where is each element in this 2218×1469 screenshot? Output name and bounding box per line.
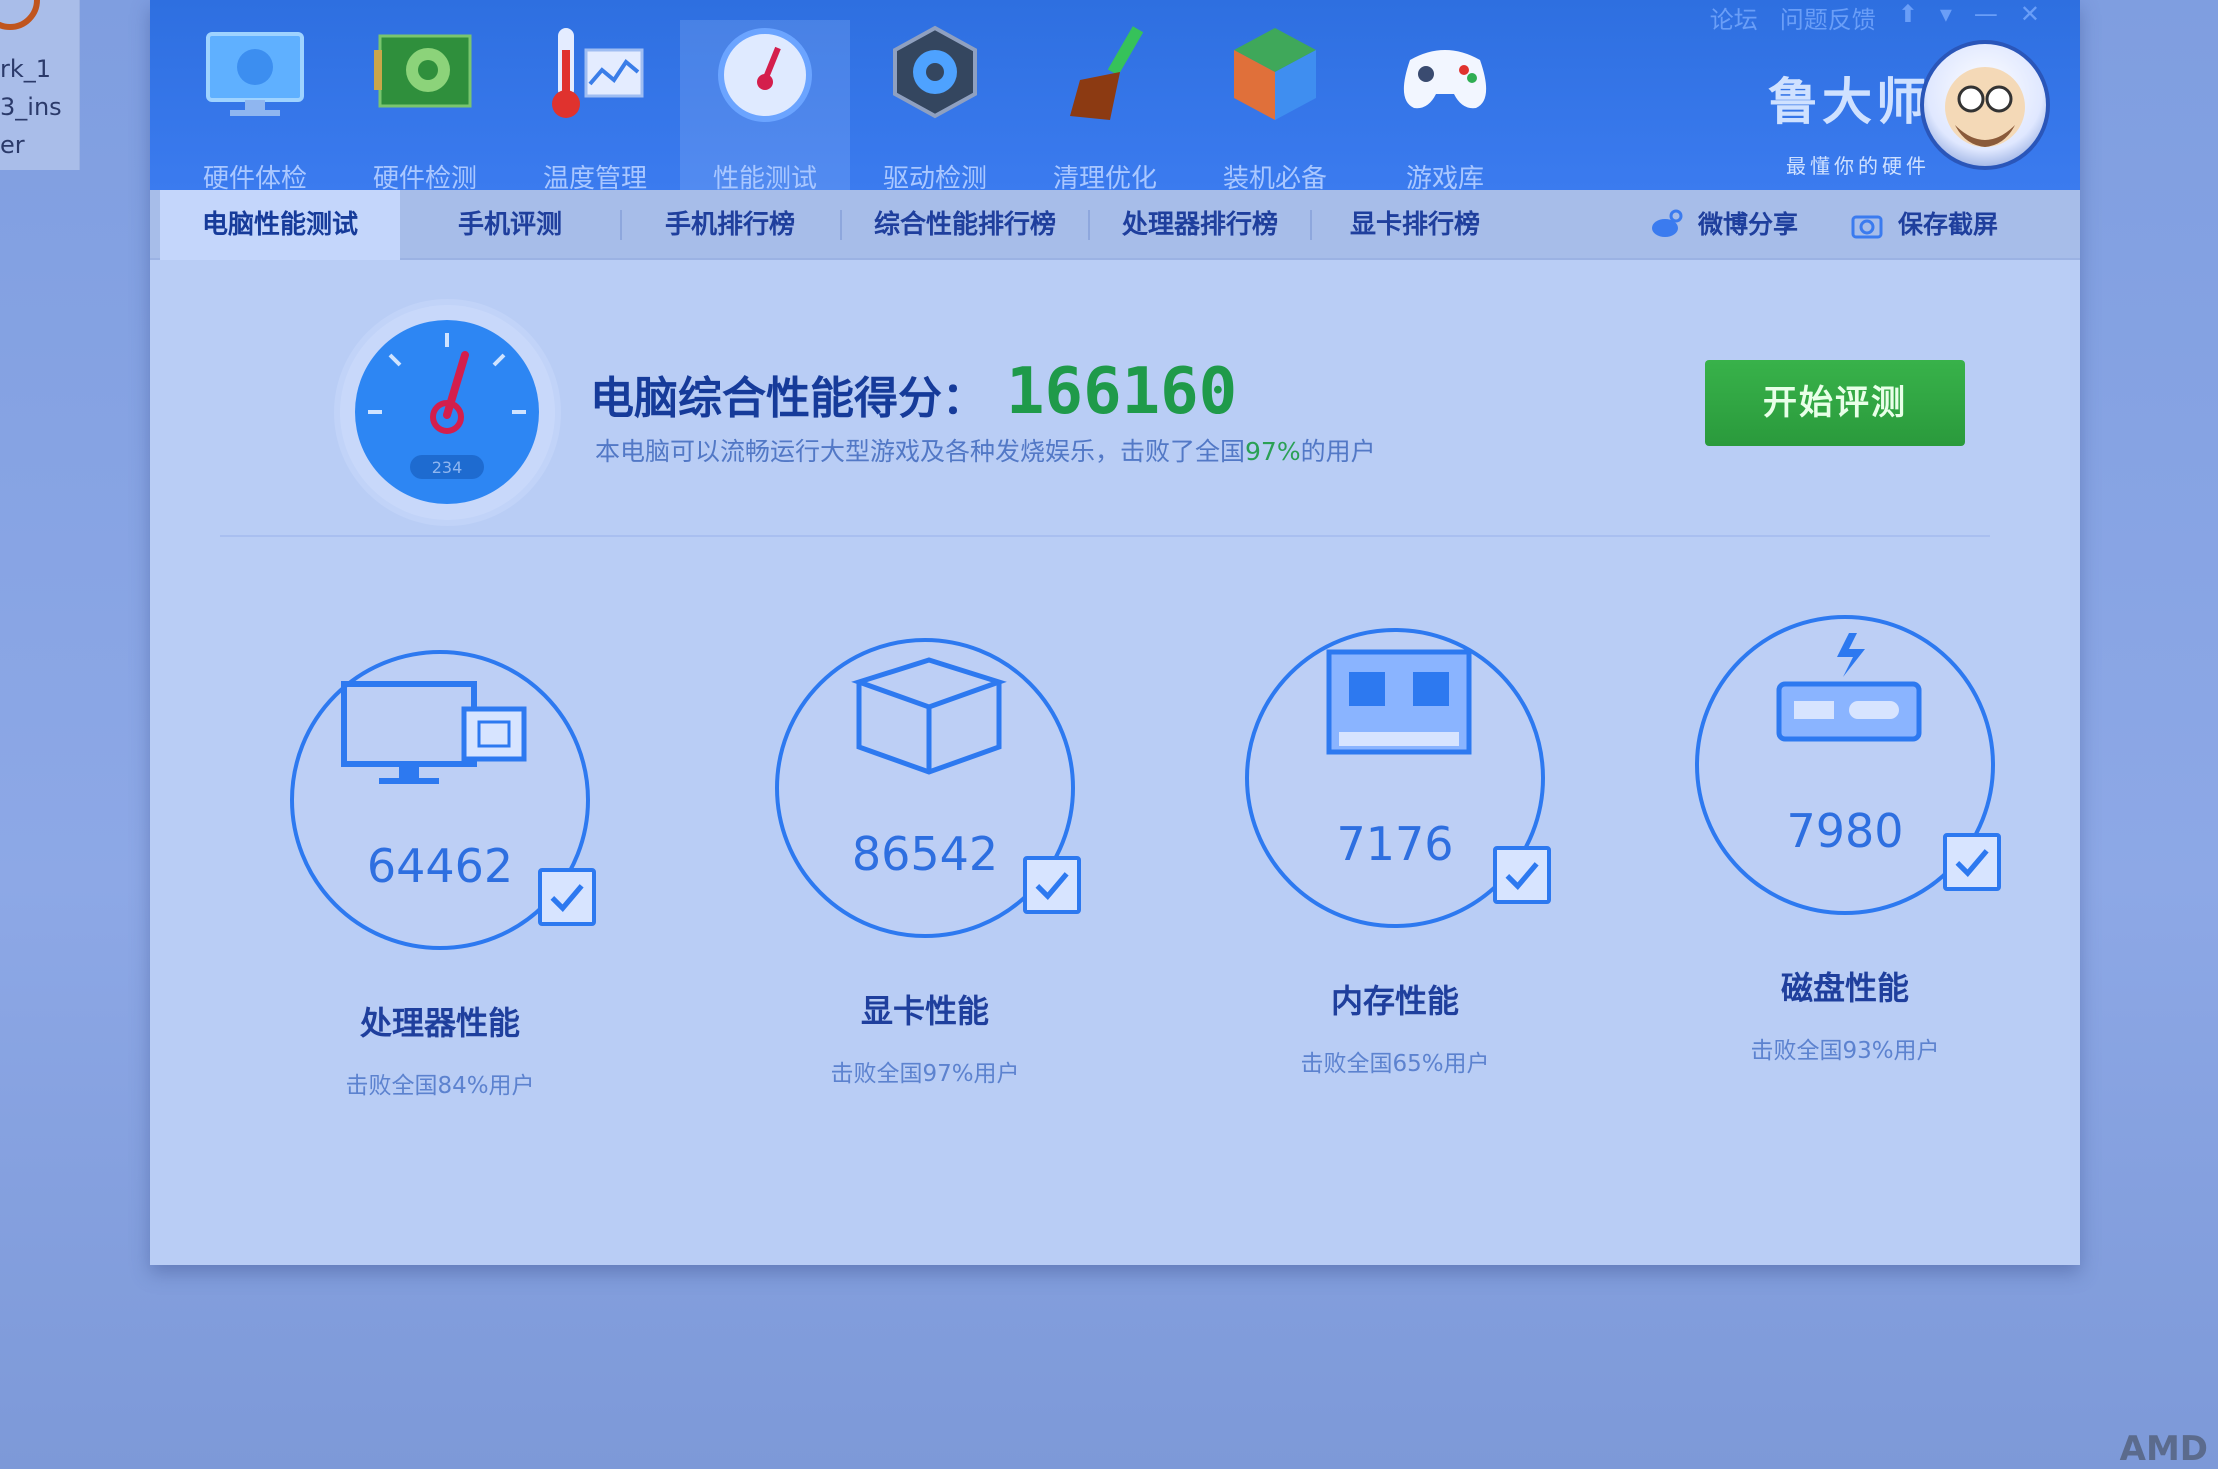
broom-icon [1070,26,1144,120]
upload-icon[interactable]: ⬆ [1898,0,1918,30]
checkbox-icon [1023,856,1081,914]
window-controls: 论坛 问题反馈 ⬆ ▾ — ✕ [1710,0,2040,34]
metric-name: 处理器性能 [359,1004,520,1042]
metric-subtext: 击败全国84%用户 [345,1073,535,1099]
tab-separator [620,210,622,240]
camera-icon [1851,215,1883,239]
performance-content: 234 电脑综合性能得分： 166160 本电脑可以流畅运行大型游戏及各种发烧娱… [150,260,2080,1265]
brand: 鲁大师 最懂你的硬件 [1768,62,1930,179]
tab-cpu-ranking[interactable]: 处理器排行榜 [1100,190,1300,260]
tool-hardware-detect[interactable]: 硬件检测 [340,20,510,194]
shortcut-label: rk_1 3_ins er [0,55,62,159]
overall-score-value: 166160 [1006,355,1238,429]
feedback-link[interactable]: 问题反馈 [1780,0,1876,34]
checkbox-icon [1493,846,1551,904]
tab-separator [840,210,842,240]
metric-subtext: 击败全国97%用户 [830,1061,1020,1087]
gear-icon [893,25,977,119]
divider [220,535,1990,537]
checkbox-icon [538,868,596,926]
tool-essentials[interactable]: 装机必备 [1190,20,1360,194]
tool-temperature[interactable]: 温度管理 [510,20,680,194]
score-desc-prefix: 本电脑可以流畅运行大型游戏及各种发烧娱乐，击败了全国 [595,437,1246,466]
forum-link[interactable]: 论坛 [1710,0,1758,34]
amd-logo: AMD [2119,1429,2208,1469]
metric-memory[interactable]: 7176 内存性能 击败全国65%用户 [1235,628,1555,1078]
metric-name: 磁盘性能 [1780,969,1909,1007]
weibo-share-button[interactable]: 微博分享 [1650,190,1798,260]
tool-driver-detect[interactable]: 驱动检测 [850,20,1020,194]
save-screenshot-label: 保存截屏 [1898,210,1999,239]
minimize-icon[interactable]: — [1974,0,1998,30]
tab-bar: 电脑性能测试 手机评测 手机排行榜 综合性能排行榜 处理器排行榜 显卡排行榜 微… [150,190,2080,260]
metric-name: 显卡性能 [860,992,989,1030]
tool-clean-optimize[interactable]: 清理优化 [1020,20,1190,194]
tool-performance-test[interactable]: 性能测试 [680,20,850,194]
metric-name: 内存性能 [1330,982,1459,1020]
score-desc-suffix: 的用户 [1300,437,1376,466]
metric-gpu[interactable]: 86542 显卡性能 击败全国97%用户 [765,638,1085,1088]
brand-name: 鲁大师 [1768,73,1930,131]
monitor-icon [206,32,304,116]
metric-ring: 7980 [1695,615,2001,915]
speedometer-icon: 234 [355,320,539,504]
gauge-badge: 234 [432,458,463,477]
close-icon[interactable]: ✕ [2020,0,2040,30]
mascot-avatar[interactable] [1920,40,2050,170]
titlebar: 硬件体检 硬件检测 温度管理 性能测试 驱动检测 清理优化 装机必备 游戏库 论… [150,0,2080,194]
shortcut-icon [0,0,40,30]
desktop-shortcut[interactable]: rk_1 3_ins er [0,0,80,170]
tab-phone-ranking[interactable]: 手机排行榜 [630,190,830,260]
tab-separator [1310,210,1312,240]
speedometer-icon [718,28,812,122]
score-gauge: 234 [340,305,555,520]
cpu-monitor-icon [341,681,527,784]
weibo-icon [1652,209,1683,237]
menu-icon[interactable]: ▾ [1940,0,1952,30]
checkbox-icon [1943,833,2001,891]
memory-chip-icon [1326,649,1472,755]
tool-game-library[interactable]: 游戏库 [1360,20,1530,194]
score-desc-percent: 97% [1245,437,1301,466]
weibo-share-label: 微博分享 [1698,210,1799,239]
overall-score-label: 电脑综合性能得分： [590,373,986,424]
cube-icon [1234,28,1316,120]
circuit-board-icon [374,34,472,108]
app-window: 硬件体检 硬件检测 温度管理 性能测试 驱动检测 清理优化 装机必备 游戏库 论… [150,0,2080,1265]
metric-ring: 86542 [775,638,1081,938]
gamepad-icon [1403,50,1487,109]
tab-separator [1088,210,1090,240]
metric-subtext: 击败全国93%用户 [1750,1038,1940,1064]
tab-gpu-ranking[interactable]: 显卡排行榜 [1320,190,1510,260]
disk-drive-icon [1776,633,1922,742]
save-screenshot-button[interactable]: 保存截屏 [1850,190,1998,260]
metric-ring: 64462 [290,650,596,950]
start-benchmark-button[interactable]: 开始评测 [1705,360,1965,446]
thermometer-icon [552,28,644,118]
tab-phone-review[interactable]: 手机评测 [410,190,610,260]
tab-pc-performance[interactable]: 电脑性能测试 [160,190,400,260]
metric-subtext: 击败全国65%用户 [1300,1051,1490,1077]
metric-cpu[interactable]: 64462 处理器性能 击败全国84%用户 [280,650,600,1100]
tool-hardware-check[interactable]: 硬件体检 [170,20,340,194]
overall-score: 电脑综合性能得分： 166160 [590,355,1237,429]
metric-disk[interactable]: 7980 磁盘性能 击败全国93%用户 [1685,615,2005,1065]
metric-ring: 7176 [1245,628,1551,928]
brand-slogan: 最懂你的硬件 [1786,154,1930,178]
score-description: 本电脑可以流畅运行大型游戏及各种发烧娱乐，击败了全国97%的用户 [595,432,1376,468]
gpu-cube-icon [851,657,1007,775]
tab-overall-ranking[interactable]: 综合性能排行榜 [850,190,1080,260]
mascot-icon [1945,67,2025,147]
